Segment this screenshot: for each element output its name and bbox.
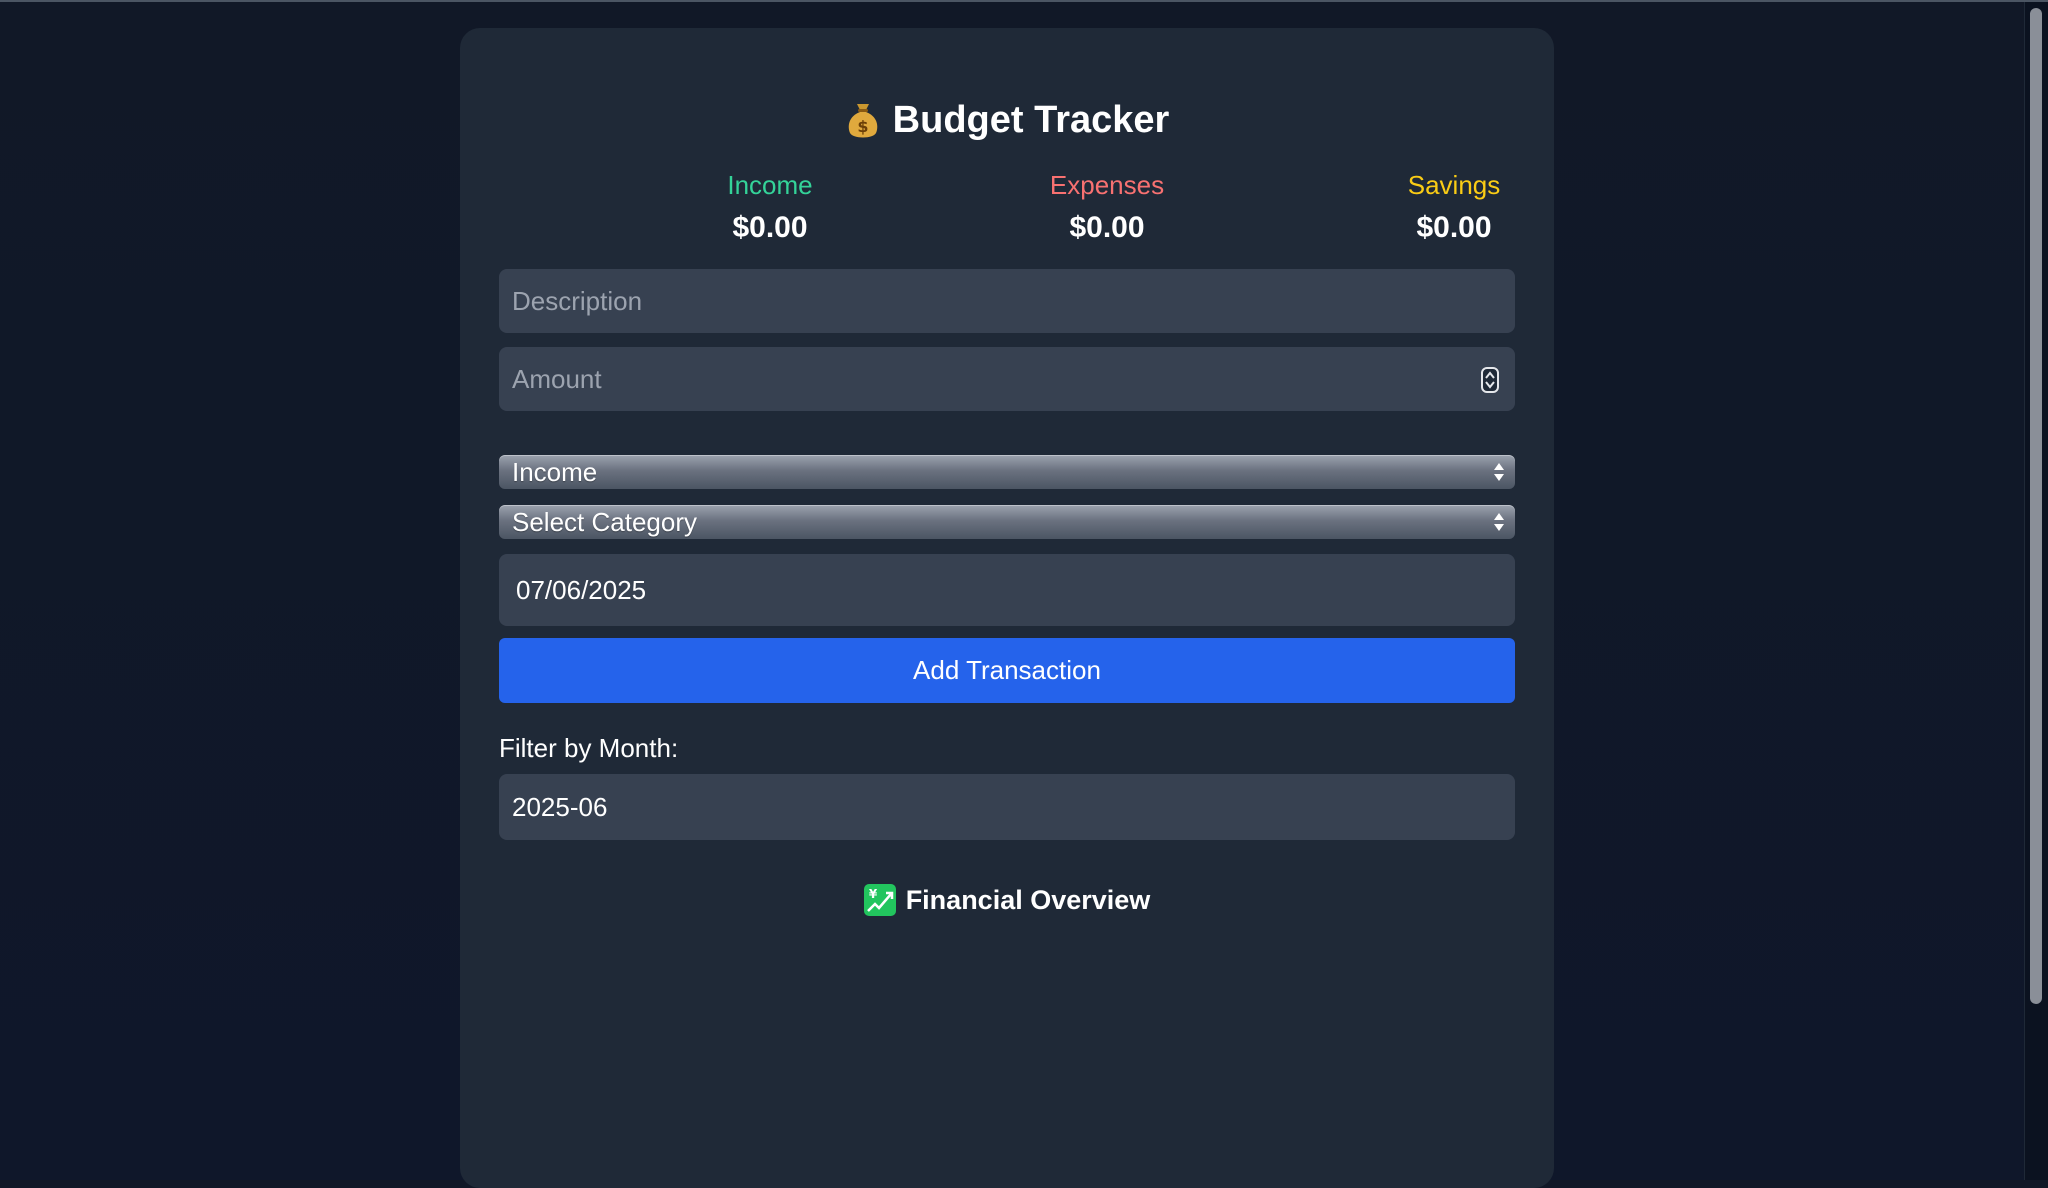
amount-placeholder: Amount [512, 363, 602, 394]
date-value: 07/06/2025 [516, 574, 647, 605]
page-scrollbar[interactable] [2024, 2, 2048, 1180]
transaction-type-value: Income [512, 456, 598, 487]
money-bag-icon: $ [845, 100, 881, 140]
income-value: $0.00 [732, 211, 808, 244]
svg-text:$: $ [857, 117, 868, 136]
savings-label: Savings [1407, 170, 1501, 200]
date-input[interactable]: 07/06/2025 [499, 554, 1515, 626]
header: $ Budget Tracker [460, 90, 1554, 150]
month-filter-input[interactable]: 2025-06 [499, 774, 1515, 840]
category-select[interactable]: Select Category [499, 505, 1515, 539]
category-value: Select Category [512, 506, 697, 537]
page-title: Budget Tracker [892, 98, 1170, 141]
income-stat: Income $0.00 [620, 170, 920, 245]
expenses-stat: Expenses $0.00 [957, 170, 1257, 245]
income-label: Income [727, 170, 813, 200]
savings-value: $0.00 [1416, 211, 1492, 244]
financial-overview-title: Financial Overview [905, 884, 1151, 915]
filter-month-label: Filter by Month: [499, 733, 679, 763]
svg-text:¥: ¥ [869, 887, 878, 901]
expenses-value: $0.00 [1069, 211, 1145, 244]
amount-input[interactable]: Amount [499, 347, 1515, 411]
month-filter-value: 2025-06 [512, 791, 608, 822]
financial-overview-header: ¥ Financial Overview [460, 880, 1554, 920]
expenses-label: Expenses [1049, 170, 1165, 200]
budget-tracker-card: $ Budget Tracker Income $0.00 Expenses $… [460, 28, 1554, 1188]
savings-stat: Savings $0.00 [1304, 170, 1604, 245]
description-placeholder: Description [512, 285, 643, 316]
select-arrows-icon [1493, 459, 1505, 485]
description-input[interactable]: Description [499, 269, 1515, 333]
select-arrows-icon [1493, 509, 1505, 535]
scrollbar-thumb[interactable] [2030, 8, 2042, 1004]
summary-stats: Income $0.00 Expenses $0.00 Savings $0.0… [460, 170, 1554, 260]
transaction-type-select[interactable]: Income [499, 455, 1515, 489]
add-transaction-button[interactable]: Add Transaction [499, 638, 1515, 703]
amount-stepper-icon[interactable] [1481, 367, 1499, 393]
chart-increasing-yen-icon: ¥ [863, 884, 896, 916]
